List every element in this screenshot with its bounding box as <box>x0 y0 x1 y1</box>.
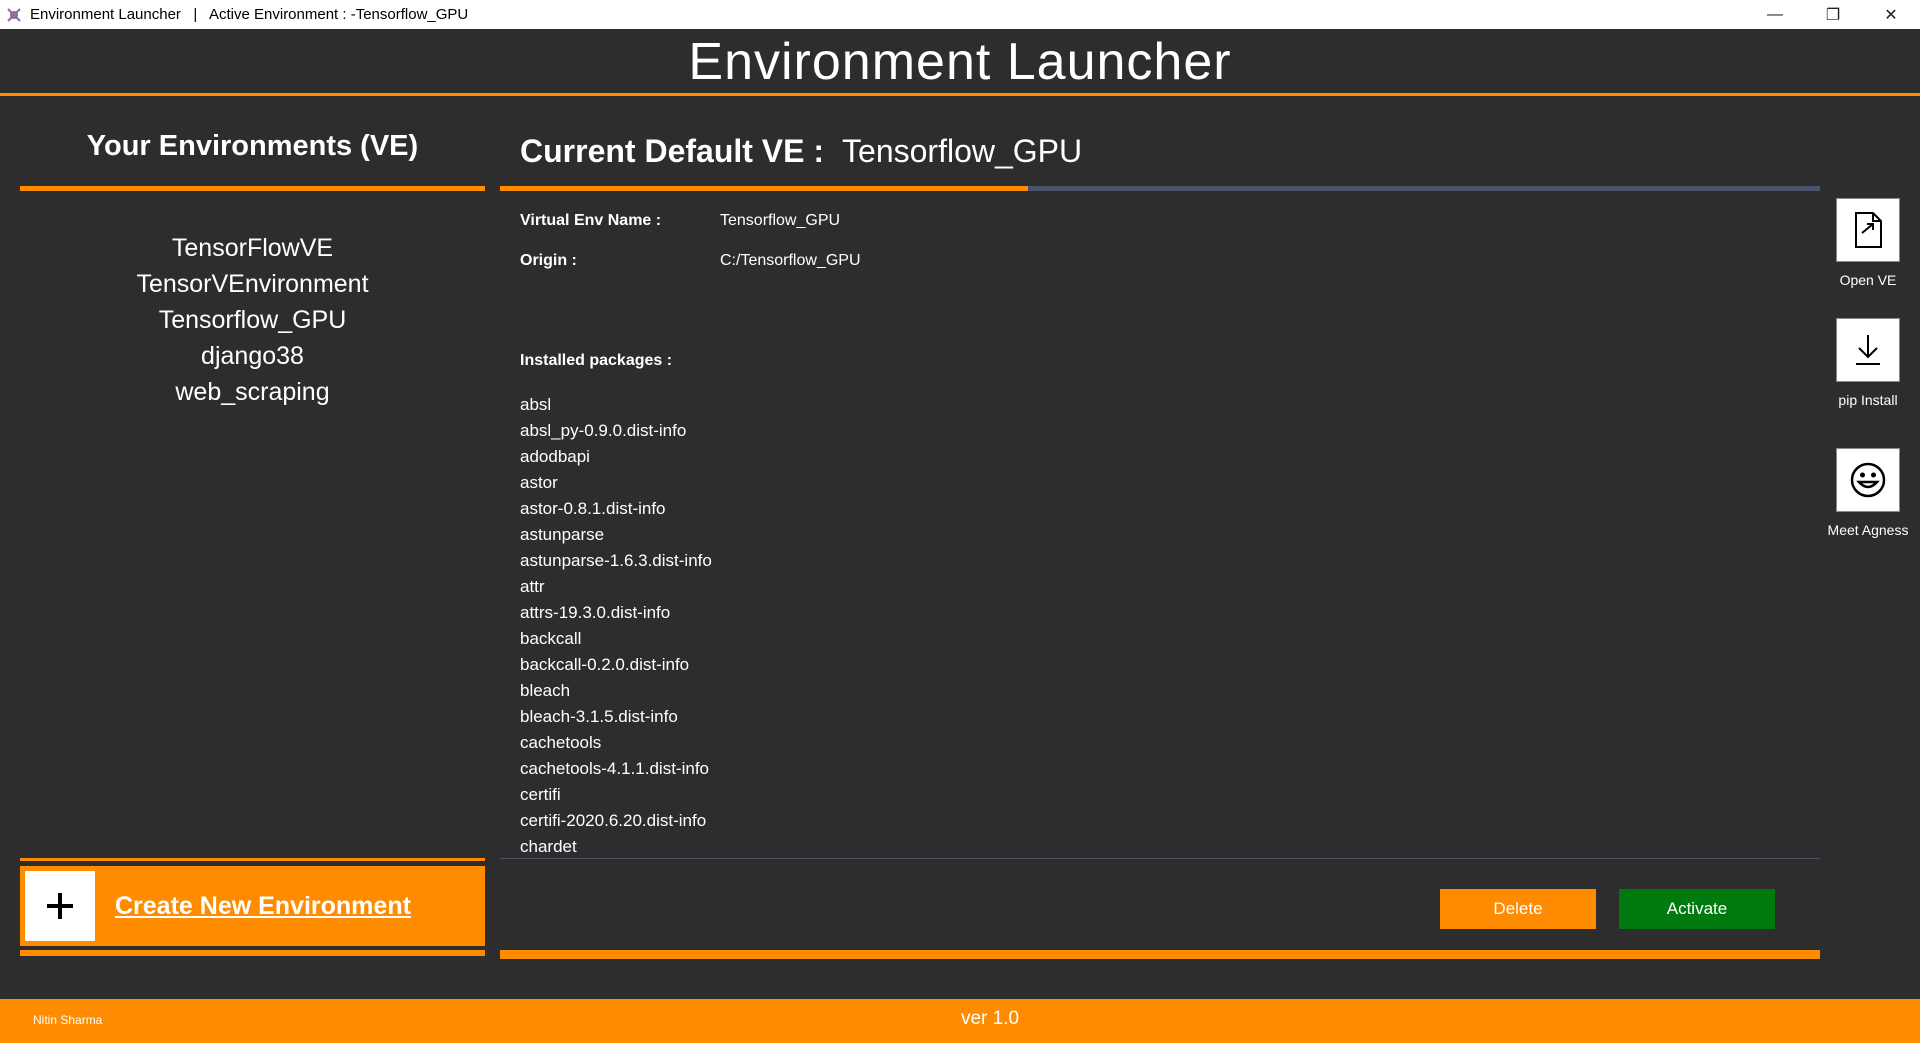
pip-install-tool[interactable]: pip Install <box>1836 318 1900 408</box>
close-button[interactable]: ✕ <box>1862 0 1920 29</box>
environments-heading-underline <box>20 186 485 191</box>
create-new-environment-label: Create New Environment <box>115 891 411 920</box>
origin-row: Origin : C:/Tensorflow_GPU <box>520 252 861 270</box>
origin-label: Origin : <box>520 252 577 269</box>
smiley-icon <box>1836 448 1900 512</box>
app-header-title: Environment Launcher <box>688 33 1232 91</box>
header-divider <box>0 93 1920 96</box>
packages-divider <box>500 858 1820 859</box>
current-default-heading: Current Default VE : Tensorflow_GPU <box>520 133 1082 170</box>
progress-track <box>500 186 1820 191</box>
environment-item[interactable]: web_scraping <box>20 374 485 410</box>
package-item: certifi-2020.6.20.dist-info <box>520 811 707 830</box>
package-item: astunparse-1.6.3.dist-info <box>520 551 712 570</box>
create-divider-bottom <box>20 950 485 956</box>
package-item: certifi <box>520 785 561 804</box>
package-item: absl_py-0.9.0.dist-info <box>520 421 687 440</box>
window-controls: — ❐ ✕ <box>1746 0 1920 29</box>
plus-icon <box>25 871 95 941</box>
installed-packages-heading: Installed packages : <box>520 352 673 369</box>
package-item: cachetools-4.1.1.dist-info <box>520 759 709 778</box>
package-item: absl <box>520 395 552 414</box>
installed-packages-list[interactable]: absl absl_py-0.9.0.dist-info adodbapi astor… <box>520 392 1800 852</box>
main-bottom-divider <box>500 950 1820 959</box>
create-divider-top <box>20 858 485 861</box>
environment-item[interactable]: Tensorflow_GPU <box>20 302 485 338</box>
package-item: astunparse <box>520 525 605 544</box>
environment-item[interactable]: django38 <box>20 338 485 374</box>
app-icon <box>4 5 24 25</box>
environments-heading: Your Environments (VE) <box>86 130 419 162</box>
meet-agness-tool[interactable]: Meet Agness <box>1828 448 1908 538</box>
progress-fill <box>500 186 1028 191</box>
current-default-label: Current Default VE : <box>520 133 825 169</box>
download-icon <box>1836 318 1900 382</box>
pip-install-label: pip Install <box>1838 392 1898 408</box>
env-name-label: Virtual Env Name : <box>520 212 662 229</box>
package-item: cachetools <box>520 733 602 752</box>
package-item: astor <box>520 473 558 492</box>
package-item: bleach <box>520 681 571 700</box>
package-item: backcall-0.2.0.dist-info <box>520 655 690 674</box>
footer-bar: Nitin Sharma ver 1.0 <box>0 999 1920 1043</box>
package-item: attrs-19.3.0.dist-info <box>520 603 671 622</box>
env-name-row: Virtual Env Name : Tensorflow_GPU <box>520 212 840 230</box>
environment-item[interactable]: TensorFlowVE <box>20 230 485 266</box>
package-item: astor-0.8.1.dist-info <box>520 499 666 518</box>
open-ve-tool[interactable]: Open VE <box>1836 198 1900 288</box>
activate-button[interactable]: Activate <box>1619 889 1775 929</box>
window-titlebar: Environment Launcher | Active Environmen… <box>0 0 1920 29</box>
package-item: adodbapi <box>520 447 590 466</box>
origin-value: C:/Tensorflow_GPU <box>720 252 861 269</box>
meet-agness-label: Meet Agness <box>1827 522 1909 538</box>
minimize-button[interactable]: — <box>1746 0 1804 29</box>
maximize-button[interactable]: ❐ <box>1804 0 1862 29</box>
open-ve-label: Open VE <box>1839 272 1897 288</box>
env-name-value: Tensorflow_GPU <box>720 212 841 229</box>
package-item: bleach-3.1.5.dist-info <box>520 707 678 726</box>
package-item: backcall <box>520 629 582 648</box>
version-label: ver 1.0 <box>960 1008 1020 1029</box>
environment-item[interactable]: TensorVEnvironment <box>20 266 485 302</box>
current-default-value: Tensorflow_GPU <box>842 133 1083 169</box>
create-new-environment-button[interactable]: Create New Environment <box>20 866 485 946</box>
window-title: Environment Launcher | Active Environmen… <box>30 6 469 23</box>
open-file-icon <box>1836 198 1900 262</box>
package-item: attr <box>520 577 545 596</box>
environment-list: TensorFlowVE TensorVEnvironment Tensorfl… <box>20 230 485 410</box>
delete-button[interactable]: Delete <box>1440 889 1596 929</box>
package-item: chardet <box>520 837 577 852</box>
